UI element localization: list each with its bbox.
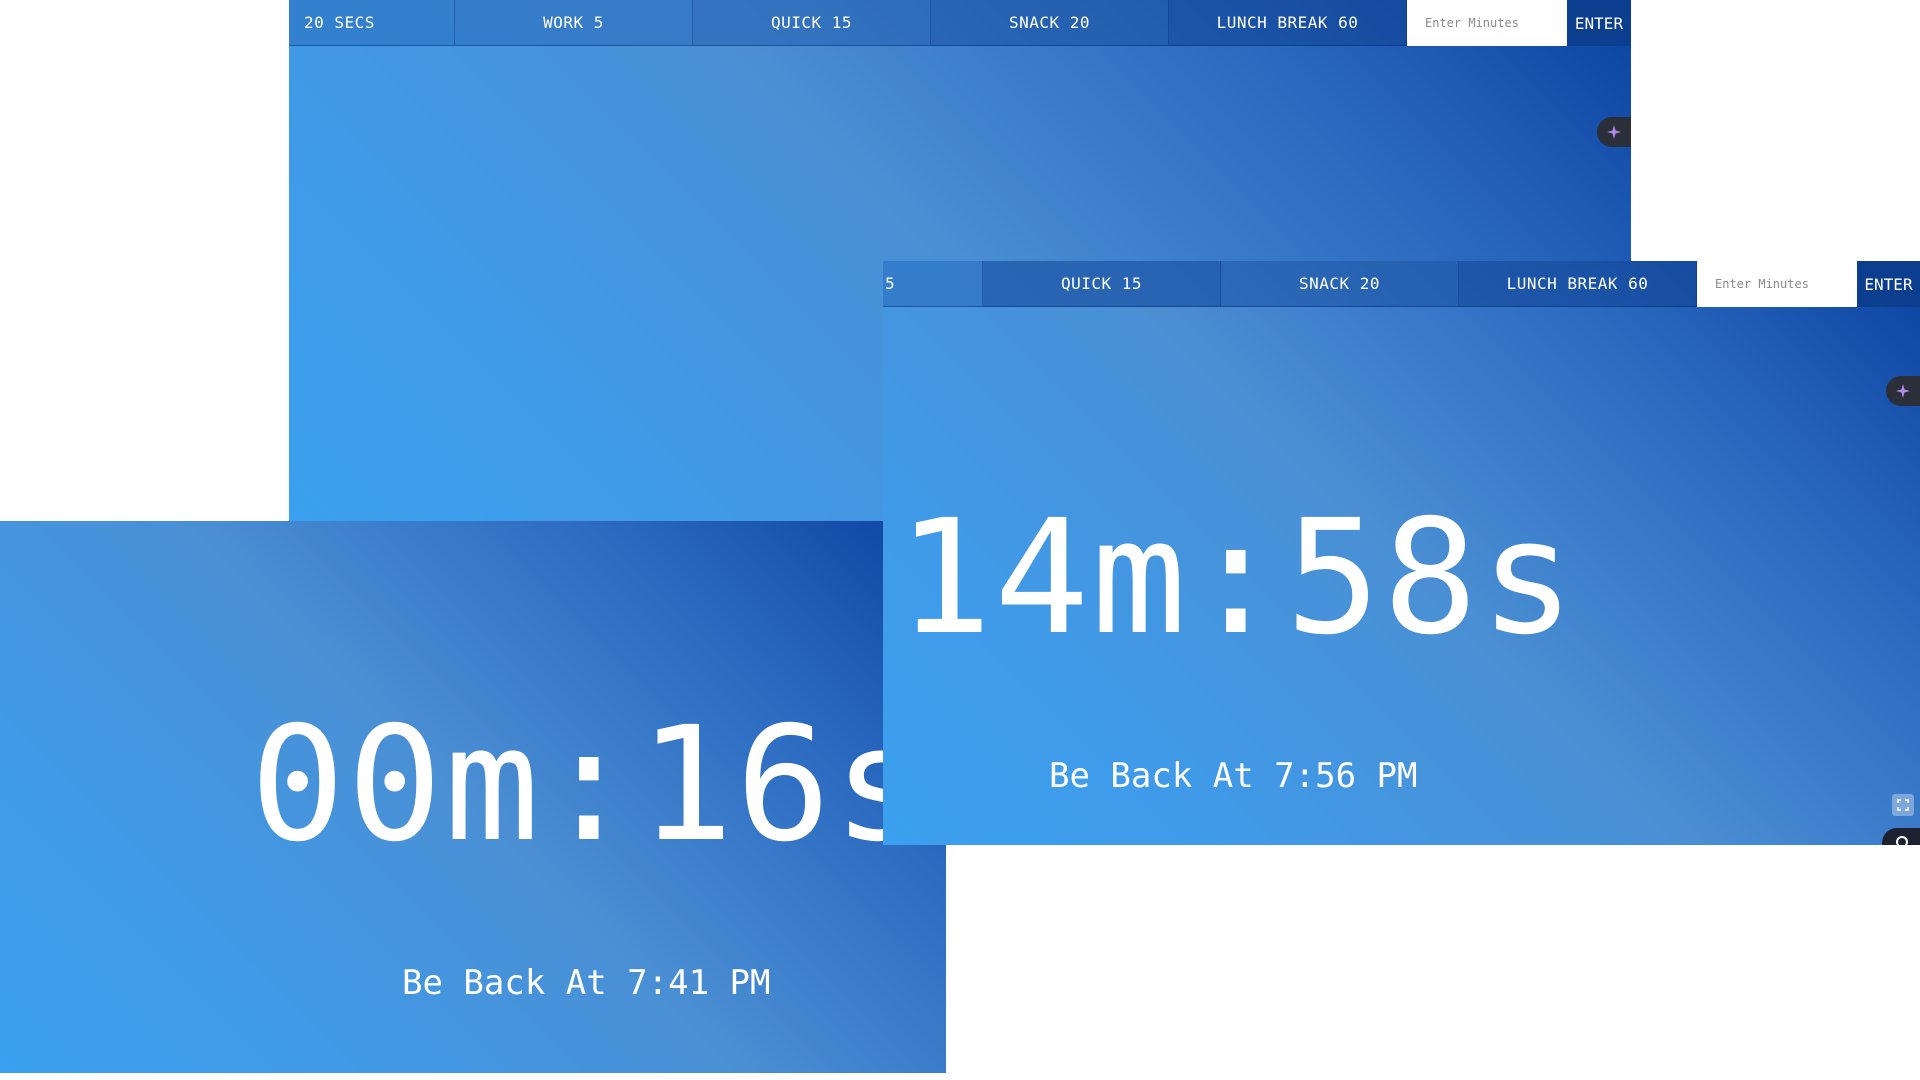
sparkle-icon[interactable] [1886, 376, 1920, 406]
be-back-text: Be Back At 7:56 PM [1049, 756, 1418, 796]
tab-work-5[interactable]: WORK 5 [455, 0, 693, 46]
tab-lunch-break-60[interactable]: LUNCH BREAK 60 [1169, 0, 1407, 46]
timer-window-right: 5 QUICK 15 SNACK 20 LUNCH BREAK 60 ENTER… [883, 261, 1920, 845]
countdown-display: 00m:16s [250, 693, 930, 877]
chat-widget-icon[interactable] [1882, 828, 1920, 845]
expand-icon[interactable] [1892, 794, 1914, 816]
tab-work-5-partial[interactable]: 5 [883, 261, 983, 307]
countdown-display: 14m:58s [897, 486, 1577, 670]
tab-lunch-break-60[interactable]: LUNCH BREAK 60 [1459, 261, 1697, 307]
tab-snack-20[interactable]: SNACK 20 [931, 0, 1169, 46]
tab-20-secs[interactable]: 20 SECS [289, 0, 455, 46]
timer-window-bottom-left: 00m:16s Be Back At 7:41 PM [0, 521, 946, 1073]
sparkle-icon[interactable] [1597, 117, 1631, 147]
tab-snack-20[interactable]: SNACK 20 [1221, 261, 1459, 307]
enter-button[interactable]: ENTER [1857, 261, 1920, 307]
be-back-text: Be Back At 7:41 PM [402, 963, 771, 1003]
tab-quick-15[interactable]: QUICK 15 [983, 261, 1221, 307]
tab-quick-15[interactable]: QUICK 15 [693, 0, 931, 46]
preset-bar: 20 SECS WORK 5 QUICK 15 SNACK 20 LUNCH B… [289, 0, 1631, 46]
enter-button[interactable]: ENTER [1567, 0, 1631, 46]
preset-bar: 5 QUICK 15 SNACK 20 LUNCH BREAK 60 ENTER [883, 261, 1920, 307]
minutes-input[interactable] [1697, 261, 1857, 307]
minutes-input[interactable] [1407, 0, 1567, 46]
